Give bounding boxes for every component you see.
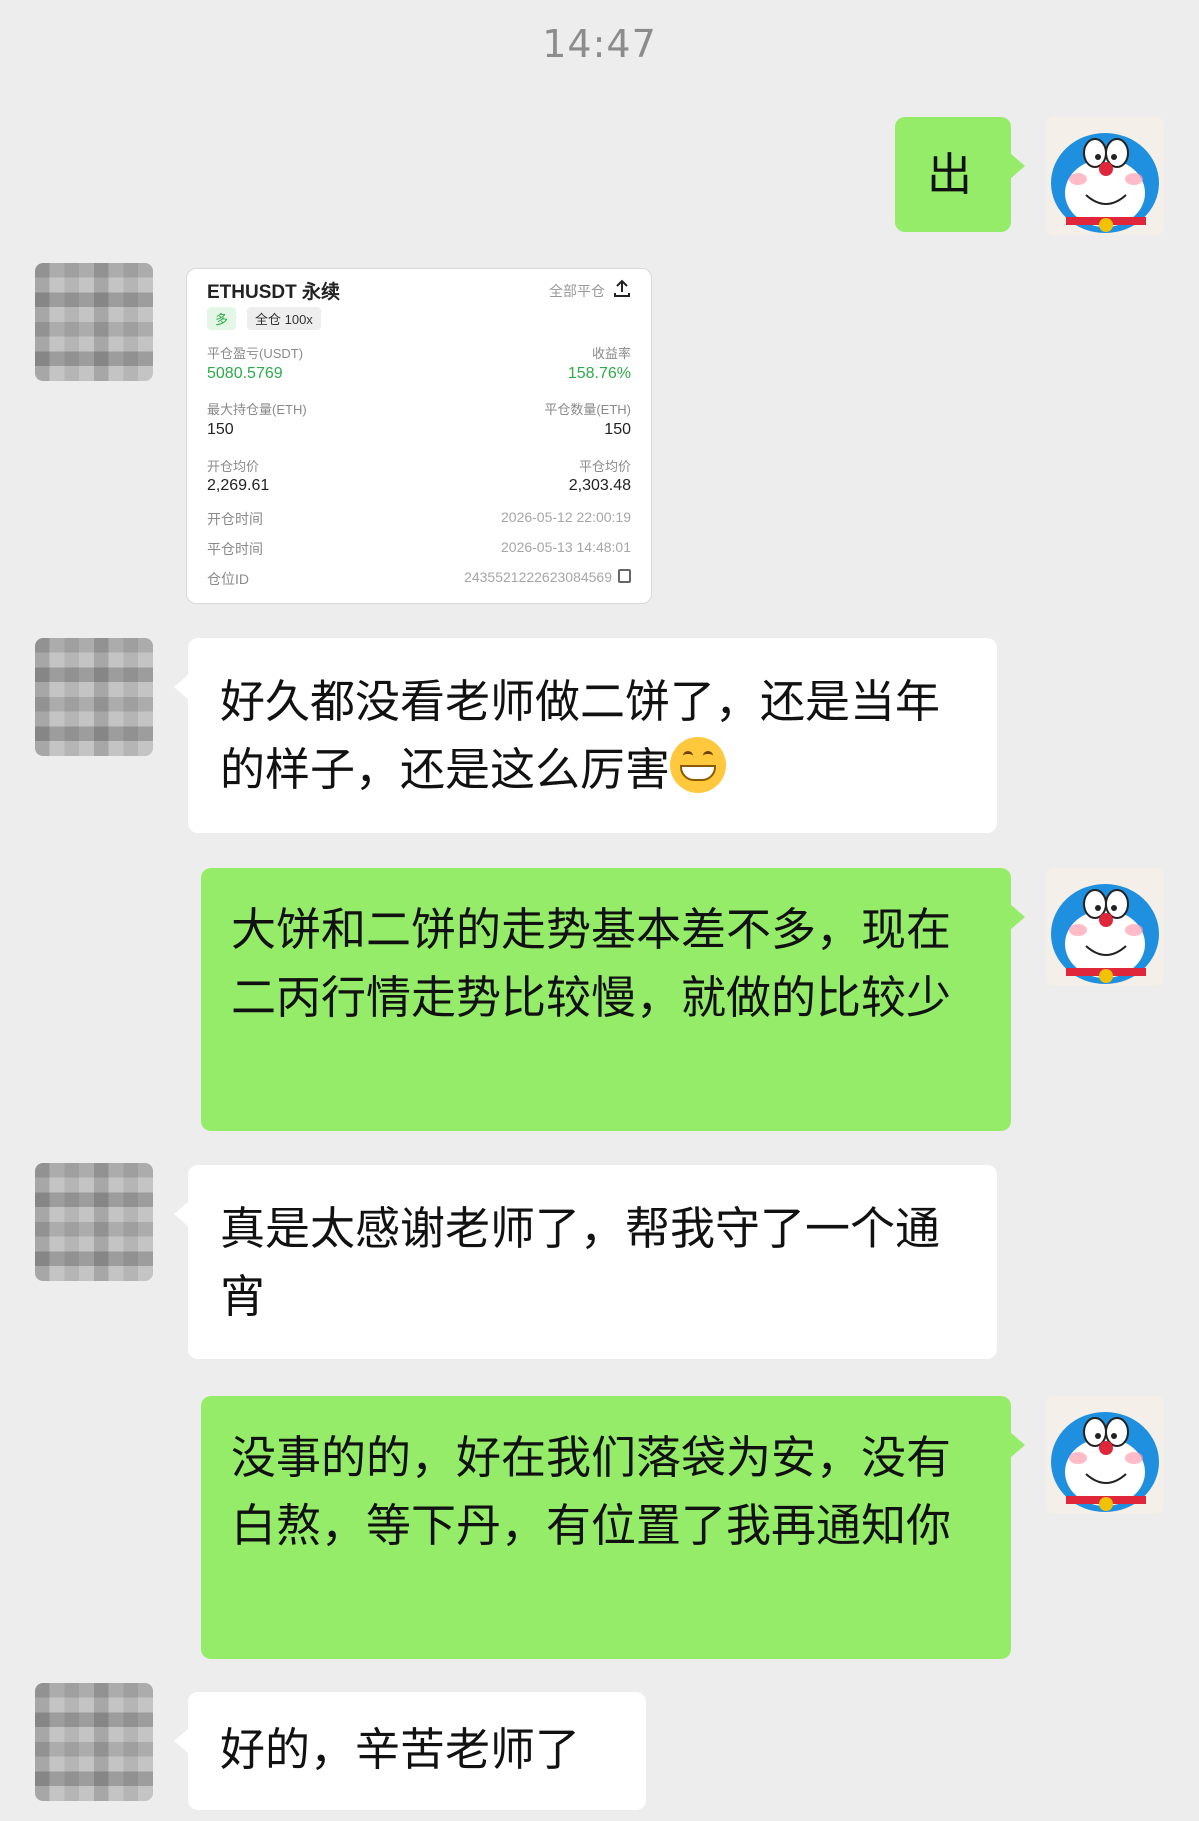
close-qty-label: 平仓数量(ETH) (544, 402, 631, 417)
open-avg-value: 2,269.61 (207, 477, 270, 494)
message-bubble-self[interactable]: 出 (895, 117, 1025, 232)
position-id-label: 仓位ID (207, 571, 249, 587)
message-text: 好久都没看老师做二饼了，还是当年的样子，还是这么厉害 (220, 675, 941, 796)
message-bubble-contact[interactable]: 真是太感谢老师了，帮我守了一个通宵 (174, 1165, 997, 1359)
roi-label: 收益率 (591, 346, 631, 361)
position-id-row: 2435521222623084569 (464, 569, 631, 585)
close-time-label: 平仓时间 (207, 541, 263, 557)
margin-mode-tag: 全仓 100x (247, 307, 321, 330)
self-avatar[interactable] (1046, 868, 1164, 986)
open-avg-label: 开仓均价 (207, 459, 260, 474)
contact-avatar[interactable] (35, 638, 153, 756)
message-text: 大饼和二饼的走势基本差不多，现在二丙行情走势比较慢，就做的比较少 (231, 903, 952, 1024)
grinning-face-emoji-icon (670, 737, 727, 793)
message-text: 出 (927, 148, 973, 201)
message-bubble-self[interactable]: 大饼和二饼的走势基本差不多，现在二丙行情走势比较慢，就做的比较少 (201, 868, 1025, 1131)
copy-icon[interactable] (618, 569, 631, 583)
contact-avatar[interactable] (35, 1683, 153, 1801)
pnl-label: 平仓盈亏(USDT) (207, 346, 304, 361)
share-icon[interactable] (611, 277, 633, 299)
trade-result-card[interactable]: ETHUSDT 永续 全部平仓 多 全仓 100x 平仓盈亏(USDT) 508… (186, 268, 652, 604)
close-all-label: 全部平仓 (549, 283, 605, 299)
self-avatar[interactable] (1046, 1396, 1164, 1514)
chat-timestamp: 14:47 (542, 22, 657, 66)
max-position-value: 150 (207, 421, 234, 438)
self-avatar[interactable] (1046, 117, 1164, 235)
open-time-value: 2026-05-12 22:00:19 (501, 509, 631, 525)
message-bubble-contact[interactable]: 好久都没看老师做二饼了，还是当年的样子，还是这么厉害 (174, 638, 997, 833)
close-qty-value: 150 (604, 421, 631, 438)
roi-value: 158.76% (567, 365, 631, 382)
card-symbol: ETHUSDT 永续 (207, 282, 341, 303)
contact-avatar[interactable] (35, 263, 153, 381)
doraemon-avatar-icon (1046, 117, 1164, 235)
contact-avatar[interactable] (35, 1163, 153, 1281)
position-id-value: 2435521222623084569 (464, 569, 612, 585)
message-bubble-contact[interactable]: 好的，辛苦老师了 (174, 1692, 646, 1810)
message-text: 没事的的，好在我们落袋为安，没有白熬，等下丹，有位置了我再通知你 (231, 1431, 952, 1552)
message-text: 好的，辛苦老师了 (220, 1723, 581, 1776)
max-position-label: 最大持仓量(ETH) (207, 402, 307, 417)
doraemon-avatar-icon (1046, 1396, 1164, 1514)
direction-tag: 多 (207, 307, 237, 330)
close-avg-value: 2,303.48 (568, 477, 631, 494)
close-avg-label: 平仓均价 (578, 459, 631, 474)
pnl-value: 5080.5769 (207, 365, 283, 382)
doraemon-avatar-icon (1046, 868, 1164, 986)
close-time-value: 2026-05-13 14:48:01 (501, 539, 631, 555)
message-bubble-self[interactable]: 没事的的，好在我们落袋为安，没有白熬，等下丹，有位置了我再通知你 (201, 1396, 1025, 1659)
message-text: 真是太感谢老师了，帮我守了一个通宵 (220, 1202, 941, 1323)
open-time-label: 开仓时间 (207, 511, 263, 527)
